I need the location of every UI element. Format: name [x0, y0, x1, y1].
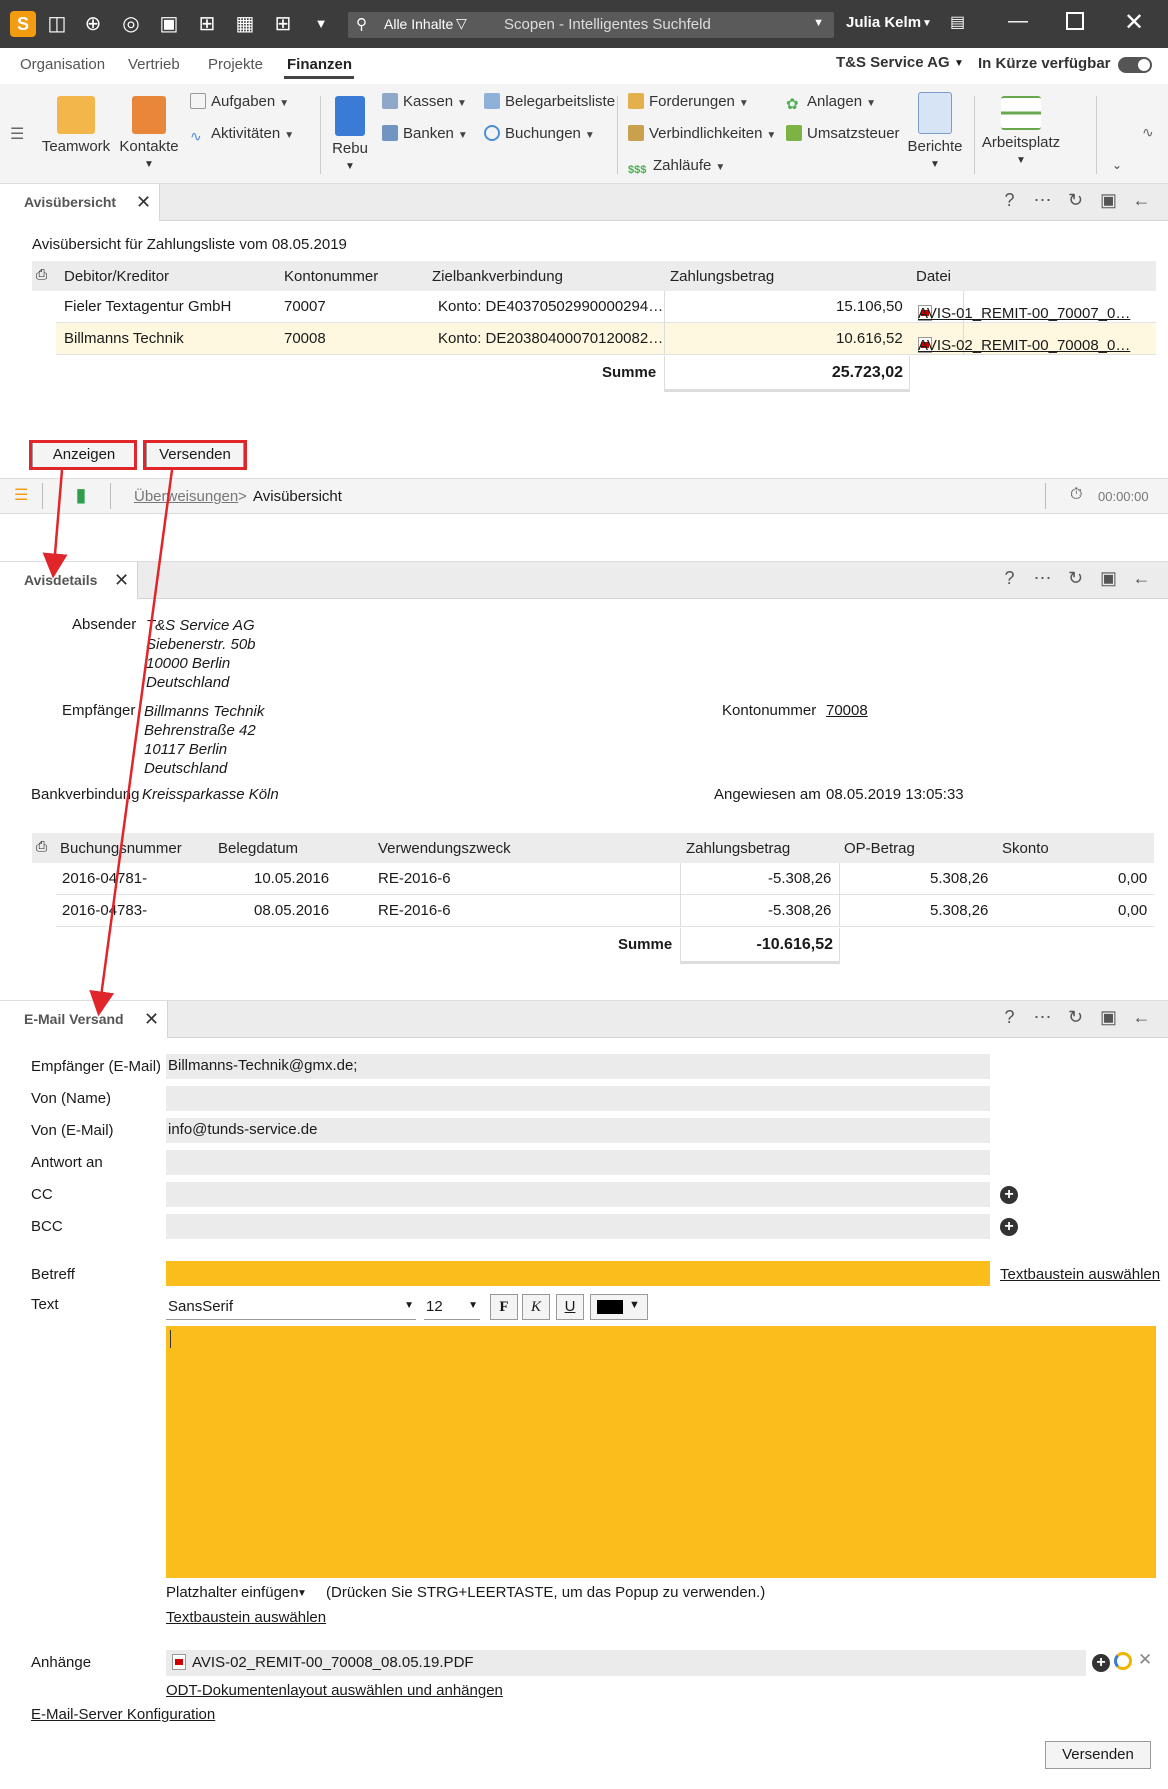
- arrow-versenden-to-email: [89, 469, 174, 1017]
- arrow-anzeigen-to-details: [42, 469, 68, 579]
- annotation-arrows: [42, 469, 174, 1017]
